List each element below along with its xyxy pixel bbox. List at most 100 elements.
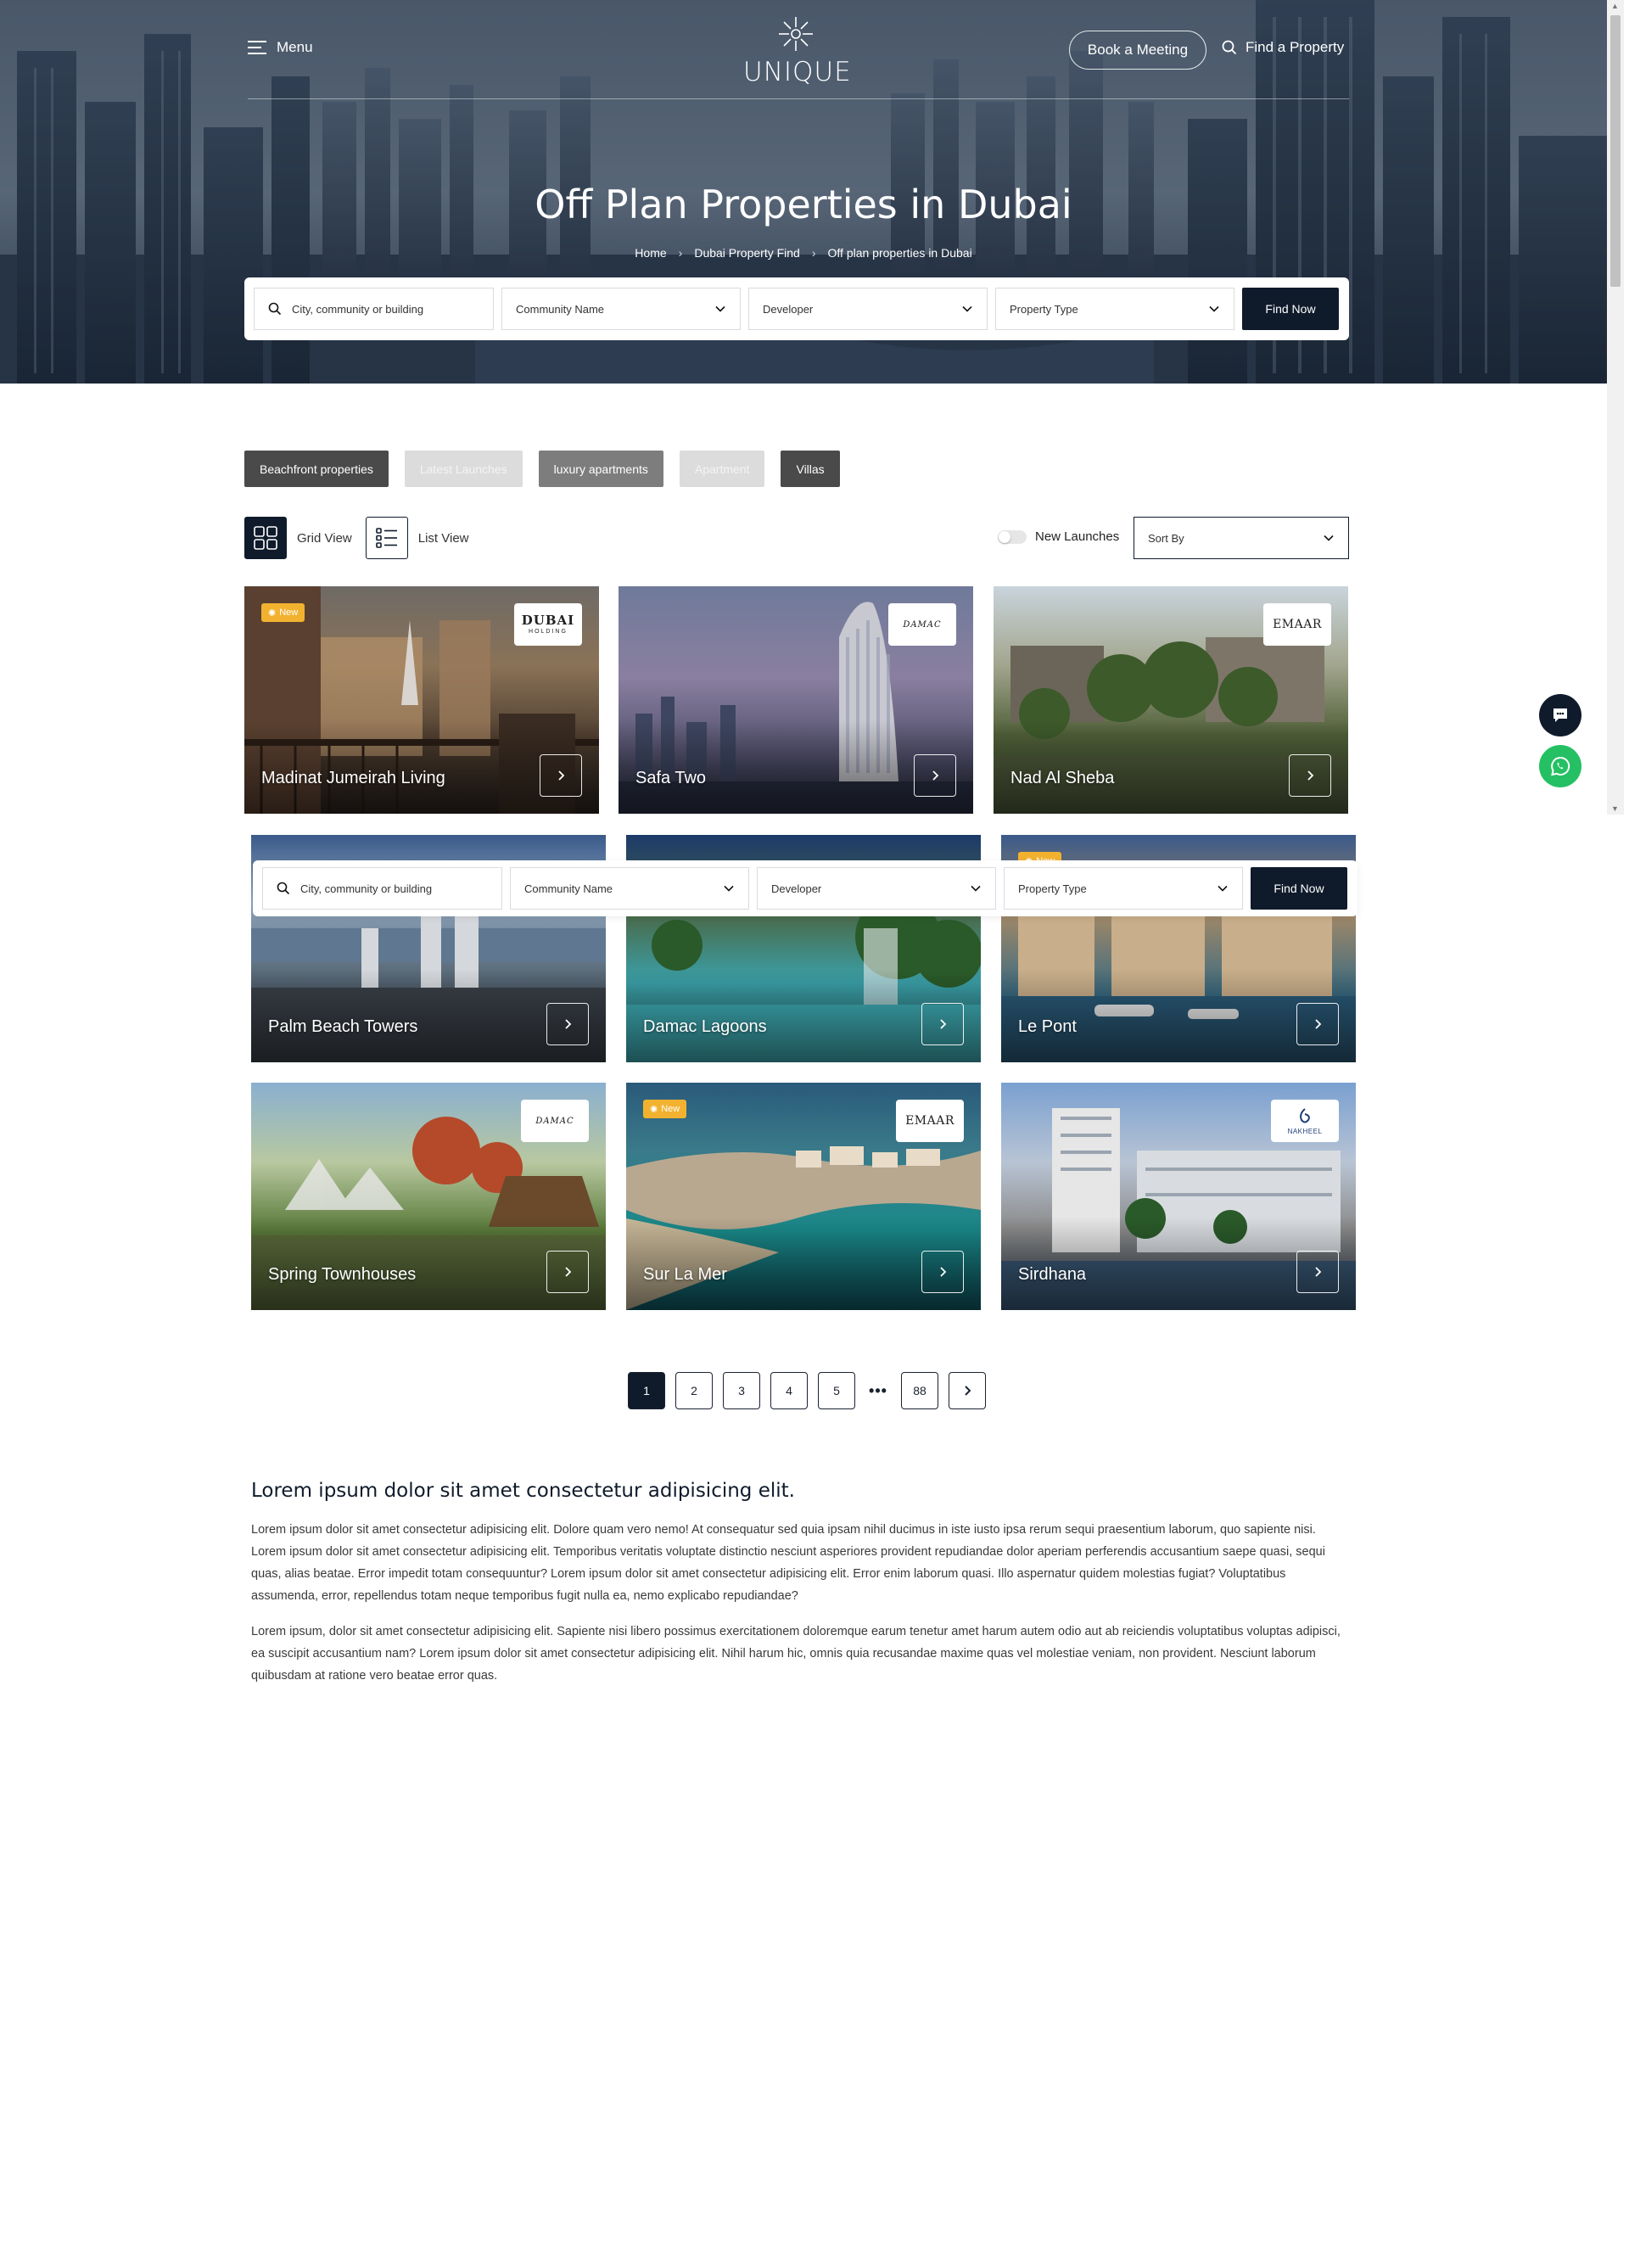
chevron-right-icon: › bbox=[811, 246, 816, 260]
nakheel-logo-icon bbox=[1300, 1107, 1310, 1123]
property-type-select[interactable]: Property Type bbox=[995, 288, 1234, 330]
chat-button[interactable] bbox=[1539, 694, 1581, 736]
sticky-search-bar: City, community or building Community Na… bbox=[253, 860, 1358, 916]
developer-logo-text: EMAAR bbox=[1273, 618, 1322, 631]
filter-beachfront[interactable]: Beachfront properties bbox=[244, 451, 389, 487]
find-now-button[interactable]: Find Now bbox=[1242, 288, 1339, 330]
new-launches-label: New Launches bbox=[1035, 529, 1120, 544]
chevron-right-icon bbox=[940, 1267, 947, 1277]
list-view-button[interactable] bbox=[365, 517, 408, 559]
view-property-button[interactable] bbox=[546, 1003, 589, 1045]
developer-logo-text: DAMAC bbox=[903, 619, 942, 630]
star-icon: ✺ bbox=[268, 608, 277, 619]
pagination: 1 2 3 4 5 ••• 88 bbox=[628, 1372, 986, 1409]
developer-logo: DUBAI HOLDING bbox=[514, 603, 582, 646]
grid-view-button[interactable] bbox=[244, 517, 287, 559]
view-property-button[interactable] bbox=[921, 1003, 964, 1045]
logo-text: UNIQUE bbox=[743, 57, 852, 87]
page-button-3[interactable]: 3 bbox=[723, 1372, 760, 1409]
new-badge: ✺New bbox=[261, 603, 305, 622]
developer-logo-text: NAKHEEL bbox=[1287, 1127, 1323, 1135]
chat-bubble-icon bbox=[1553, 708, 1567, 722]
find-property-link[interactable]: Find a Property bbox=[1222, 39, 1344, 56]
property-card[interactable]: DAMAC Safa Two bbox=[619, 586, 973, 814]
view-property-button[interactable] bbox=[914, 754, 956, 797]
community-select[interactable]: Community Name bbox=[501, 288, 741, 330]
new-launches-toggle[interactable] bbox=[998, 529, 1027, 544]
filter-luxury-apartments[interactable]: luxury apartments bbox=[538, 451, 663, 487]
view-property-button[interactable] bbox=[921, 1251, 964, 1293]
developer-select[interactable]: Developer bbox=[757, 867, 996, 910]
next-page-button[interactable] bbox=[949, 1372, 986, 1409]
location-search-input[interactable]: City, community or building bbox=[254, 288, 494, 330]
scrollbar-thumb[interactable] bbox=[1610, 15, 1621, 287]
brand-logo[interactable]: UNIQUE bbox=[743, 15, 852, 87]
view-property-button[interactable] bbox=[1296, 1003, 1339, 1045]
property-type-select-label: Property Type bbox=[1010, 302, 1078, 316]
developer-logo: DAMAC bbox=[521, 1100, 589, 1142]
content-paragraph: Lorem ipsum, dolor sit amet consectetur … bbox=[251, 1625, 1341, 1683]
property-card[interactable]: DAMAC Spring Townhouses bbox=[251, 1083, 606, 1310]
content-paragraph: Lorem ipsum dolor sit amet consectetur a… bbox=[251, 1523, 1325, 1603]
filter-villas[interactable]: Villas bbox=[781, 451, 840, 487]
developer-logo-text: DUBAI bbox=[521, 613, 575, 628]
star-icon: ✺ bbox=[650, 1104, 658, 1115]
chevron-down-icon bbox=[1209, 305, 1219, 312]
property-type-select-label: Property Type bbox=[1018, 882, 1087, 895]
property-card[interactable]: ✺ New EMAAR Sur La Mer bbox=[626, 1083, 981, 1310]
property-type-select[interactable]: Property Type bbox=[1004, 867, 1243, 910]
sunburst-logo-icon bbox=[779, 17, 813, 51]
view-property-button[interactable] bbox=[1289, 754, 1331, 797]
seo-content: Lorem ipsum dolor sit amet consectetur a… bbox=[251, 1480, 1352, 1700]
breadcrumb-property-find[interactable]: Dubai Property Find bbox=[694, 246, 800, 260]
chevron-down-icon bbox=[724, 885, 734, 892]
page-button-last[interactable]: 88 bbox=[901, 1372, 938, 1409]
property-card[interactable]: EMAAR Nad Al Sheba bbox=[994, 586, 1348, 814]
chevron-down-icon bbox=[1324, 535, 1334, 541]
whatsapp-button[interactable] bbox=[1539, 745, 1581, 787]
top-navigation: Menu UNIQUE Book a Meeting Find a Proper… bbox=[0, 0, 1607, 100]
menu-button[interactable]: Menu bbox=[248, 39, 313, 56]
chevron-right-icon bbox=[565, 1019, 572, 1029]
list-view-label[interactable]: List View bbox=[418, 531, 469, 546]
view-toggle: Grid View List View bbox=[244, 517, 483, 559]
scroll-down-icon[interactable]: ▼ bbox=[1611, 804, 1619, 813]
property-card[interactable]: NAKHEEL Sirdhana bbox=[1001, 1083, 1356, 1310]
location-search-input[interactable]: City, community or building bbox=[262, 867, 502, 910]
breadcrumb-home[interactable]: Home bbox=[635, 246, 666, 260]
property-card[interactable]: ✺ New DUBAI HOLDING Madinat Jumeirah Livin… bbox=[244, 586, 599, 814]
community-select-label: Community Name bbox=[524, 882, 613, 895]
chevron-down-icon bbox=[971, 885, 981, 892]
property-title: Damac Lagoons bbox=[643, 1017, 767, 1036]
page-button-2[interactable]: 2 bbox=[675, 1372, 713, 1409]
sort-by-select[interactable]: Sort By bbox=[1134, 517, 1349, 559]
filter-latest-launches[interactable]: Latest Launches bbox=[404, 451, 523, 487]
view-property-button[interactable] bbox=[1296, 1251, 1339, 1293]
location-placeholder: City, community or building bbox=[292, 302, 424, 316]
find-property-label: Find a Property bbox=[1246, 39, 1345, 55]
chevron-right-icon bbox=[1315, 1267, 1322, 1277]
location-placeholder: City, community or building bbox=[300, 882, 433, 895]
developer-select[interactable]: Developer bbox=[748, 288, 988, 330]
chevron-down-icon bbox=[715, 305, 725, 312]
property-title: Spring Townhouses bbox=[268, 1265, 417, 1284]
page-button-4[interactable]: 4 bbox=[770, 1372, 808, 1409]
scroll-up-icon[interactable]: ▲ bbox=[1611, 2, 1619, 10]
community-select[interactable]: Community Name bbox=[510, 867, 749, 910]
page-title: Off Plan Properties in Dubai bbox=[535, 182, 1072, 227]
page-button-1[interactable]: 1 bbox=[628, 1372, 665, 1409]
view-property-button[interactable] bbox=[540, 754, 582, 797]
developer-logo-subtext: HOLDING bbox=[529, 629, 568, 635]
page-scrollbar[interactable]: ▲ ▼ bbox=[1607, 0, 1624, 815]
book-meeting-button[interactable]: Book a Meeting bbox=[1069, 31, 1206, 70]
grid-view-label[interactable]: Grid View bbox=[297, 531, 352, 546]
page-button-5[interactable]: 5 bbox=[818, 1372, 855, 1409]
view-property-button[interactable] bbox=[546, 1251, 589, 1293]
developer-logo: NAKHEEL bbox=[1271, 1100, 1339, 1142]
filter-apartment[interactable]: Apartment bbox=[679, 451, 765, 487]
new-badge-label: New bbox=[661, 1104, 680, 1114]
hamburger-icon bbox=[248, 41, 266, 54]
breadcrumb: Home › Dubai Property Find › Off plan pr… bbox=[0, 246, 1607, 260]
find-now-button[interactable]: Find Now bbox=[1251, 867, 1347, 910]
property-title: Nad Al Sheba bbox=[1010, 769, 1115, 787]
